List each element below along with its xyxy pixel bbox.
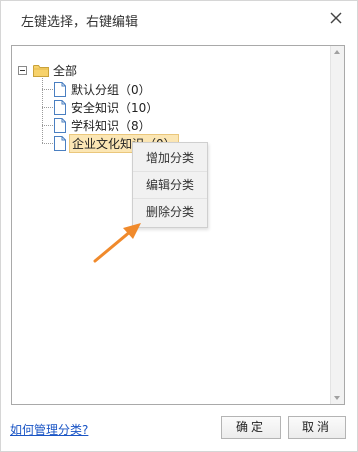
scroll-down-icon[interactable] — [334, 396, 340, 400]
tree-node-subject-knowledge[interactable]: 学科知识（8） — [54, 116, 153, 134]
tree-root-node[interactable]: 全部 — [18, 62, 79, 78]
ok-button[interactable]: 确定 — [221, 416, 281, 439]
document-icon — [54, 81, 66, 97]
dialog-title: 左键选择，右键编辑 — [21, 15, 139, 30]
collapse-toggle[interactable] — [18, 65, 27, 75]
tree-node-label[interactable]: 安全知识（10） — [69, 98, 160, 117]
document-icon — [54, 135, 66, 151]
menu-item-add-category[interactable]: 增加分类 — [133, 145, 207, 172]
tree-node-default-group[interactable]: 默认分组（0） — [54, 80, 153, 98]
vertical-scrollbar[interactable] — [330, 46, 344, 404]
help-link-manage-categories[interactable]: 如何管理分类? — [10, 421, 88, 438]
tree-node-safety-knowledge[interactable]: 安全知识（10） — [54, 98, 160, 116]
document-icon — [54, 117, 66, 133]
menu-item-edit-category[interactable]: 编辑分类 — [133, 172, 207, 199]
tree-root-label[interactable]: 全部 — [51, 61, 79, 80]
close-button[interactable] — [325, 7, 347, 29]
tree-node-label[interactable]: 默认分组（0） — [69, 80, 153, 99]
arrow-icon — [93, 223, 141, 263]
tree-node-label[interactable]: 学科知识（8） — [69, 116, 153, 135]
cancel-button[interactable]: 取消 — [288, 416, 346, 439]
folder-icon — [33, 64, 49, 77]
title-bar: 左键选择，右键编辑 — [1, 1, 357, 37]
close-icon — [330, 12, 342, 24]
document-icon — [54, 99, 66, 115]
category-dialog: 左键选择，右键编辑 全部 默认分组（0） 安全知识（10） 学科知识（8） 企业… — [0, 0, 358, 452]
scroll-up-icon[interactable] — [334, 50, 340, 54]
